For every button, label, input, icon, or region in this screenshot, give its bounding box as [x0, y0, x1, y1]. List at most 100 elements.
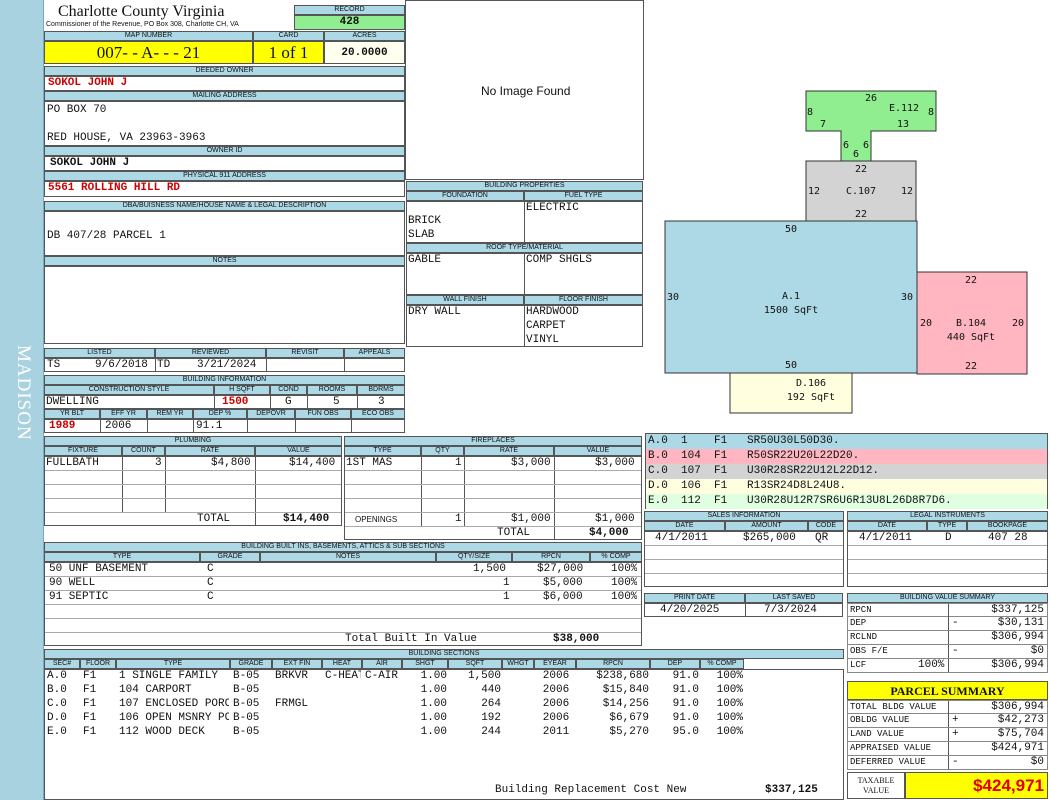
section-cell: $15,840 — [602, 684, 649, 696]
fuel-header: FUEL TYPE — [524, 191, 643, 201]
section-cell: 244 — [481, 726, 501, 738]
e-left-dim: 8 — [807, 107, 813, 118]
floor-header: FLOOR FINISH — [524, 295, 643, 305]
sketch-code-line: B.0 104 F1 R50SR22U20L22D20. — [646, 449, 1047, 464]
parcel-summary-row: OBLDG VALUE + $42,273 — [847, 714, 1048, 728]
legal-description: DB 407/28 PARCEL 1 — [44, 211, 405, 256]
plumbing-col-rate: RATE — [165, 446, 255, 456]
sections-col-header: EXT FIN — [272, 659, 322, 669]
b-bottom-dim: 22 — [965, 361, 977, 372]
section-cell: B-05 — [233, 712, 260, 724]
effyr-value: 2006 — [105, 420, 132, 432]
section-cell: 100% — [716, 684, 743, 696]
a-bottom-dim: 50 — [785, 360, 797, 371]
plumbing-table: FULLBATH 3 $4,800 $14,400 TOTAL $14,400 — [44, 456, 342, 526]
listed-date: 9/6/2018 — [95, 359, 148, 371]
bdrms-header: BDRMS — [357, 385, 405, 395]
openings-rate: $1,000 — [511, 513, 551, 525]
revisit-header: REVISIT — [266, 348, 344, 358]
legal-header: DBA/BUISNESS NAME/HOUSE NAME & LEGAL DES… — [44, 201, 405, 211]
section-cell: B.0 — [47, 684, 67, 696]
builtin-1-rpcn: $27,000 — [537, 563, 584, 575]
building-props-header: BUILDING PROPERTIES — [406, 181, 643, 191]
section-cell: 1.00 — [420, 684, 447, 696]
foundation-1: BRICK — [408, 215, 442, 227]
rooms-value: 5 — [333, 396, 340, 408]
bdrms-value: 3 — [378, 396, 385, 408]
built-ins-table: 50 UNF BASEMENT C 1,500 $27,000 100% 90 … — [44, 562, 642, 646]
fireplace-value: $3,000 — [595, 457, 635, 469]
floor-1: HARDWOOD — [526, 306, 579, 318]
record-header: RECORD — [294, 5, 405, 15]
parcel-summary-header: PARCEL SUMMARY — [847, 681, 1048, 700]
value-summary-row: DEP - $30,131 — [847, 617, 1048, 631]
taxable-label-1: TAXABLE — [857, 776, 895, 785]
style-header: CONSTRUCTION STYLE — [44, 385, 214, 395]
section-cell: C.0 — [47, 698, 67, 710]
floor-3: VINYL — [526, 334, 560, 346]
section-cell: B-05 — [233, 698, 260, 710]
district-label: MADISON — [13, 345, 34, 441]
a-top-dim: 50 — [785, 224, 797, 235]
value-summary-row: RPCN $337,125 — [847, 603, 1048, 617]
notes-box — [44, 266, 405, 344]
floor-2: CARPET — [526, 320, 566, 332]
builtin-3-rpcn: $6,000 — [543, 591, 583, 603]
acres-value: 20.0000 — [324, 41, 405, 64]
sections-col-header: AIR — [362, 659, 402, 669]
builtin-3-grade: C — [207, 591, 214, 603]
section-cell: 112 WOOD DECK — [119, 726, 205, 738]
c-top-dim: 22 — [855, 164, 867, 175]
physical-address: 5561 ROLLING HILL RD — [44, 181, 405, 197]
e-d5-dim: 6 — [853, 149, 859, 160]
b-left-dim: 20 — [920, 318, 932, 329]
legal-bookpage: 407 28 — [988, 532, 1028, 544]
d-label: D.106 — [796, 378, 826, 389]
section-cell: F1 — [83, 712, 97, 724]
appeals-header: APPEALS — [344, 348, 405, 358]
value-summary-table: RPCN $337,125 DEP - $30,131 RCLND $306,994 OBS … — [847, 603, 1048, 675]
section-cell: F1 — [83, 684, 97, 696]
section-cell: 91.0 — [672, 712, 699, 724]
value-summary-value: $0 — [1030, 645, 1044, 657]
section-cell: 2006 — [542, 698, 570, 710]
sections-col-header: GRADE — [230, 659, 272, 669]
legal-type: D — [945, 532, 952, 544]
replacement-value: $337,125 — [765, 784, 818, 796]
sections-header: BUILDING SECTIONS — [44, 649, 844, 659]
fireplace-qty: 1 — [455, 457, 462, 469]
taxable-label-box: TAXABLE VALUE — [847, 772, 905, 799]
sale-date: 4/1/2011 — [655, 532, 708, 544]
sections-col-header: % COMP — [700, 659, 744, 669]
legal-table: 4/1/2011 D 407 28 — [847, 531, 1048, 587]
builtin-3-qty: 1 — [503, 591, 510, 603]
builtin-1-qty: 1,500 — [473, 563, 507, 575]
fireplaces-total-label: TOTAL — [497, 527, 531, 539]
years-row: 1989 2006 91.1 — [44, 419, 405, 433]
value-summary-row: RCLND $306,994 — [847, 631, 1048, 645]
notes-header: NOTES — [44, 256, 405, 266]
mailing-header: MAILING ADDRESS — [44, 91, 405, 101]
section-cell: C-AIR — [365, 670, 399, 682]
parcel-summary-table: TOTAL BLDG VALUE $306,994 OBLDG VALUE + $42,… — [847, 700, 1048, 772]
parcel-summary-value: $42,273 — [997, 714, 1044, 726]
plumbing-count: 3 — [155, 457, 162, 469]
listed-code: TS — [47, 359, 61, 371]
value-summary-header: BUILDING VALUE SUMMARY — [847, 593, 1048, 603]
plumbing-header: PLUMBING — [44, 436, 342, 446]
section-cell: 106 OPEN MSNRY PCH — [119, 712, 229, 724]
taxable-label-2: VALUE — [862, 786, 890, 795]
parcel-summary-label: APPRAISED VALUE — [850, 743, 932, 753]
section-cell: $238,680 — [596, 670, 649, 682]
depovr-header: DEPOVR — [247, 409, 295, 419]
sections-col-header: SEC# — [44, 659, 80, 669]
cond-header: COND — [270, 385, 307, 395]
section-cell: A.0 — [47, 670, 67, 682]
openings-value: $1,000 — [595, 513, 635, 525]
card-header: CARD — [253, 31, 324, 41]
sales-col-amount: AMOUNT — [725, 521, 808, 531]
builtin-1-grade: C — [207, 563, 214, 575]
fuel-type: ELECTRIC — [526, 202, 579, 214]
builtin-3-comp: 100% — [611, 591, 638, 603]
built-ins-col-rpcn: RPCN — [512, 552, 590, 562]
